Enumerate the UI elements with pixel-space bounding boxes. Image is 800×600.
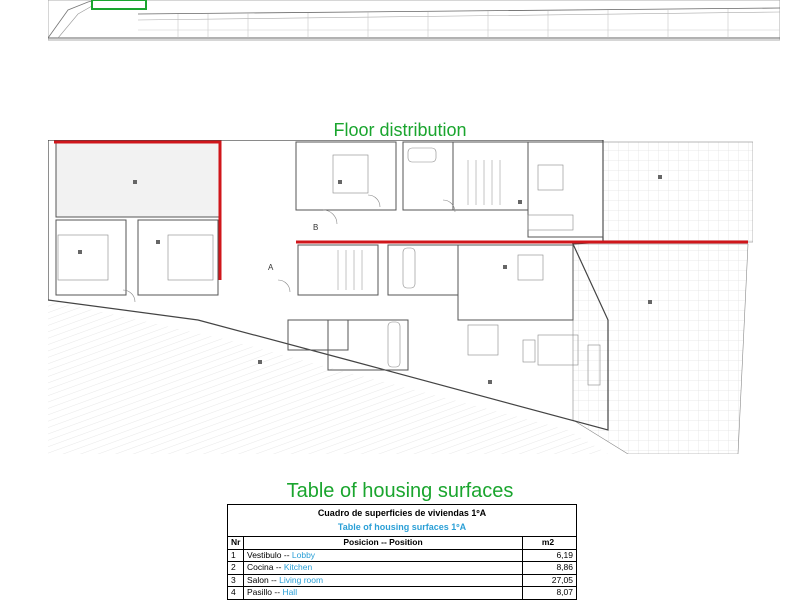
position-en: Lobby [291,549,316,560]
floor-plan: B A [47,139,754,455]
table-title-es: Cuadro de superficies de viviendas 1ºA [317,508,487,518]
position-en: Living room [279,574,324,585]
row-position: Salon -- Living room [244,574,523,586]
table-title-en: Table of housing surfaces 1ºA [228,522,576,537]
row-m2: 6,19 [556,549,573,560]
row-m2: 8,07 [556,587,573,597]
row-position: Vestibulo -- Lobby [244,549,523,561]
position-es: Vestibulo -- [247,549,292,560]
row-m2: 8,86 [556,562,573,572]
header-m2: m2 [541,537,555,547]
position-es: Cocina -- [247,562,284,572]
row-nr: 2 [228,562,244,574]
table-row: 4 Pasillo -- Hall 8,07 [228,587,576,600]
table-header-row: Nr Posicion -- Position m2 [228,537,576,550]
row-m2: 27,05 [551,574,573,585]
table-row: 2 Cocina -- Kitchen 8,86 [228,562,576,575]
floor-distribution-title: Floor distribution [333,120,467,140]
position-en: Hall [282,587,298,597]
header-position: Posicion -- Position [244,537,523,549]
label-b: B [313,223,318,232]
table-row: 3 Salon -- Living room 27,05 [228,574,576,587]
row-nr: 3 [228,574,244,586]
position-en: Kitchen [283,562,313,572]
row-nr: 4 [228,587,244,599]
table-row: 1 Vestibulo -- Lobby 6,19 [228,549,576,562]
row-position: Cocina -- Kitchen [244,562,523,574]
row-position: Pasillo -- Hall [244,587,523,599]
position-es: Salon -- [247,574,280,585]
elevation-drawing [48,0,780,42]
surfaces-table: Cuadro de superficies de viviendas 1ºA T… [227,504,577,600]
housing-surfaces-title: Table of housing surfaces [286,480,514,502]
header-nr: Nr [228,537,244,549]
label-a: A [268,263,274,272]
row-nr: 1 [228,549,244,561]
position-es: Pasillo -- [247,587,283,597]
